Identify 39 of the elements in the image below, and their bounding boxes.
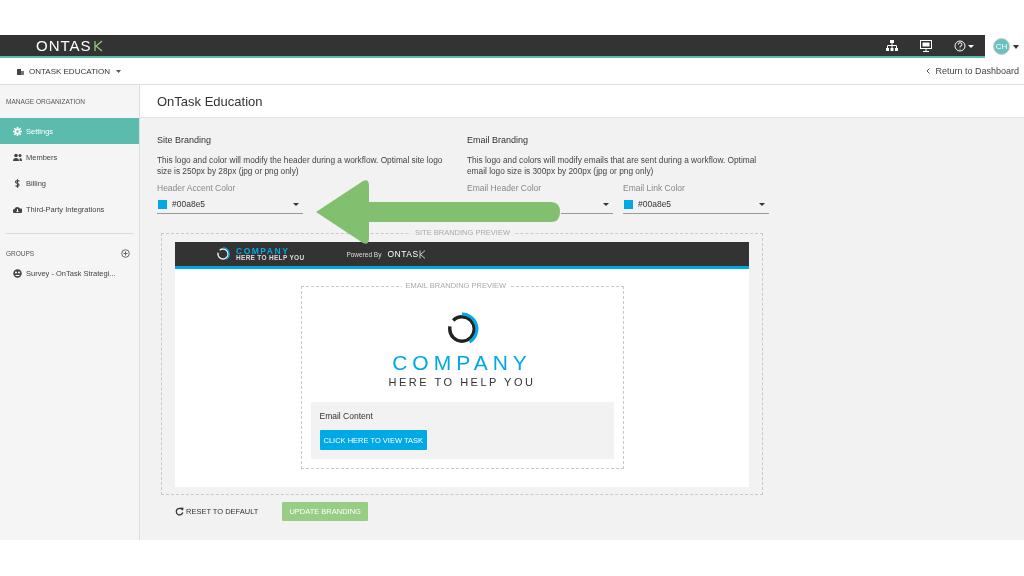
people-icon bbox=[13, 152, 22, 162]
add-icon[interactable] bbox=[121, 248, 130, 258]
return-to-dashboard-link[interactable]: Return to Dashboard bbox=[935, 66, 1019, 76]
building-icon bbox=[17, 67, 24, 75]
section-description: This logo and colors will modify emails that are sent during a workflow. Optimal email logo size is 300px by 200px (jpg or png only) bbox=[467, 155, 758, 177]
dollar-icon bbox=[13, 178, 22, 188]
sitemap-icon[interactable] bbox=[886, 39, 898, 52]
logo-k-icon bbox=[418, 249, 426, 259]
survey-icon bbox=[13, 268, 22, 278]
field-label: Email Header Color bbox=[467, 183, 543, 195]
color-dropdown[interactable]: #00a8e5 bbox=[623, 195, 769, 214]
section-description: This logo and color will modify the header during a workflow. Optimal site logo size is 250px by 28px (jpg or png only) bbox=[157, 155, 444, 177]
cloud-icon bbox=[13, 204, 22, 214]
caret-icon bbox=[603, 202, 609, 206]
organization-name[interactable]: ONTASK EDUCATION bbox=[29, 66, 111, 76]
monitor-icon[interactable] bbox=[920, 39, 932, 52]
field-label: Header Accent Color bbox=[157, 183, 237, 195]
company-logo-text: COMPANY bbox=[236, 246, 290, 255]
company-logo-text: COMPANY bbox=[392, 352, 532, 373]
caret-icon bbox=[1013, 44, 1019, 49]
page-title: OnTask Education bbox=[140, 85, 1024, 118]
caret-icon bbox=[116, 69, 122, 73]
company-tagline: HERE TO HELP YOU bbox=[388, 376, 536, 388]
chevron-left-icon bbox=[926, 68, 931, 74]
refresh-icon bbox=[175, 507, 184, 516]
email-content-text: Email Content bbox=[319, 411, 374, 421]
company-ring-icon bbox=[216, 247, 230, 261]
help-icon[interactable] bbox=[954, 39, 974, 52]
section-heading: Email Branding bbox=[467, 135, 530, 147]
logo-k-icon bbox=[92, 39, 103, 52]
app-logo-text: ONTAS bbox=[387, 249, 419, 259]
caret-icon bbox=[293, 202, 299, 206]
section-heading: Site Branding bbox=[157, 135, 213, 147]
field-label: Email Link Color bbox=[623, 183, 686, 195]
company-ring-icon bbox=[445, 312, 479, 346]
color-dropdown[interactable]: #00a8e5 bbox=[157, 195, 303, 214]
caret-icon bbox=[759, 202, 765, 206]
gear-icon bbox=[13, 126, 22, 136]
app-logo-text: ONTAS bbox=[36, 37, 92, 54]
